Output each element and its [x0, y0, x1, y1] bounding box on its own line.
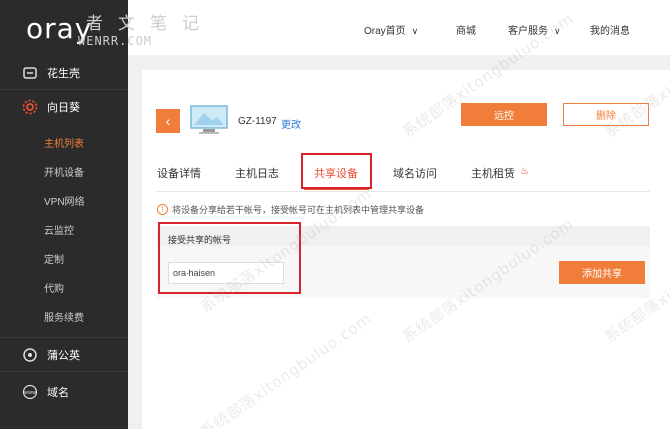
highlight-box-tab: [301, 153, 372, 189]
tabs-divider: [156, 191, 650, 192]
add-share-button[interactable]: 添加共享: [559, 261, 645, 284]
chevron-down-icon: ∨: [554, 26, 561, 36]
divider: [0, 371, 128, 372]
sidebar-item-peanut-shell[interactable]: 花生壳: [0, 57, 128, 89]
tab-host-log[interactable]: 主机日志: [235, 165, 279, 181]
nav-my-messages[interactable]: 我的消息: [590, 22, 630, 37]
divider: [0, 337, 128, 338]
remote-control-button[interactable]: 远控: [461, 103, 547, 126]
tab-domain-access[interactable]: 域名访问: [393, 165, 437, 181]
nav-oray-home[interactable]: Oray首页 ∨: [364, 22, 418, 37]
monitor-icon: [190, 105, 228, 135]
peanut-shell-icon: [22, 65, 38, 81]
sidebar-subitem-boot-device[interactable]: 开机设备: [44, 164, 84, 179]
sidebar-subitem-cloud-monitor[interactable]: 云监控: [44, 222, 74, 237]
sidebar-subitem-vpn[interactable]: VPN网络: [44, 193, 85, 208]
nav-customer-service[interactable]: 客户服务 ∨: [508, 22, 561, 37]
watermark-url: WENRR.COM: [78, 34, 153, 48]
watermark-chars: 者文笔记: [86, 14, 214, 34]
sidebar-subitem-host-list[interactable]: 主机列表: [44, 135, 84, 150]
chevron-down-icon: ∨: [411, 26, 419, 36]
sidebar-subitem-renewal[interactable]: 服务续费: [44, 309, 84, 324]
highlight-box-share: [158, 222, 301, 294]
chevron-left-icon: ‹: [165, 113, 171, 129]
sunflower-icon: [22, 99, 38, 115]
hot-badge-icon: ♨: [520, 166, 529, 177]
device-name: GZ-1197: [238, 116, 277, 127]
www-icon: www: [22, 384, 38, 400]
tab-host-rental[interactable]: 主机租赁: [471, 165, 515, 181]
divider: [0, 89, 128, 90]
dandelion-icon: [22, 347, 38, 363]
back-button[interactable]: ‹: [156, 109, 180, 133]
sidebar-subitem-custom[interactable]: 定制: [44, 251, 64, 266]
svg-text:www: www: [24, 390, 36, 396]
nav-store[interactable]: 商城: [456, 22, 476, 37]
delete-button[interactable]: 删除: [563, 103, 649, 126]
share-notice: ! 将设备分享给若干帐号，接受帐号可在主机列表中管理共享设备: [157, 203, 424, 216]
sidebar-item-domain[interactable]: www 域名: [0, 376, 128, 408]
sidebar-item-dandelion[interactable]: 蒲公英: [0, 339, 128, 371]
sidebar-subitem-purchase[interactable]: 代购: [44, 280, 64, 295]
info-icon: !: [157, 204, 168, 215]
edit-link[interactable]: 更改: [281, 116, 301, 131]
tab-device-details[interactable]: 设备详情: [157, 165, 201, 181]
sidebar-item-sunflower[interactable]: 向日葵: [0, 91, 128, 123]
